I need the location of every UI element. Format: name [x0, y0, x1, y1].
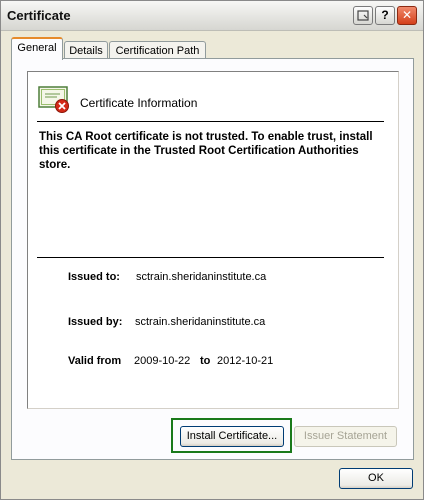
tab-details-label: Details [69, 45, 103, 57]
close-icon: ✕ [401, 8, 413, 22]
certificate-info-title: Certificate Information [80, 96, 198, 110]
valid-to-label: to [200, 355, 211, 367]
issued-to-label: Issued to: [68, 271, 120, 283]
tab-general[interactable]: General [11, 37, 63, 60]
issued-by-label: Issued by: [68, 316, 123, 328]
valid-from-value: 2009-10-22 [134, 355, 191, 367]
trust-warning-message: This CA Root certificate is not trusted.… [39, 131, 373, 171]
tab-certification-path-label: Certification Path [115, 45, 200, 57]
window-menu-icon [357, 10, 369, 21]
issued-by-value: sctrain.sheridaninstitute.ca [135, 316, 266, 328]
install-certificate-label: Install Certificate... [186, 430, 278, 442]
install-certificate-button[interactable]: Install Certificate... [180, 426, 284, 447]
issuer-statement-button[interactable]: Issuer Statement [294, 426, 397, 447]
window-menu-button[interactable] [353, 6, 373, 25]
valid-to-value: 2012-10-21 [217, 355, 274, 367]
issuer-statement-label: Issuer Statement [303, 430, 388, 442]
help-button[interactable]: ? [375, 6, 395, 25]
issued-to-value: sctrain.sheridaninstitute.ca [136, 271, 267, 283]
ok-label: OK [368, 472, 384, 484]
certificate-info-box: Certificate Information This CA Root cer… [27, 71, 399, 409]
valid-from-label: Valid from [68, 355, 122, 367]
tab-general-label: General [17, 42, 57, 54]
ok-button[interactable]: OK [339, 468, 413, 489]
divider-bottom [37, 257, 384, 258]
help-icon: ? [381, 8, 389, 22]
close-button[interactable]: ✕ [397, 6, 417, 25]
certificate-dialog: Certificate ? ✕ General Details Certific… [0, 0, 424, 500]
title-bar[interactable]: Certificate ? ✕ [1, 1, 423, 31]
certificate-error-icon [38, 86, 69, 113]
window-title: Certificate [7, 8, 71, 23]
divider-top [37, 121, 384, 122]
